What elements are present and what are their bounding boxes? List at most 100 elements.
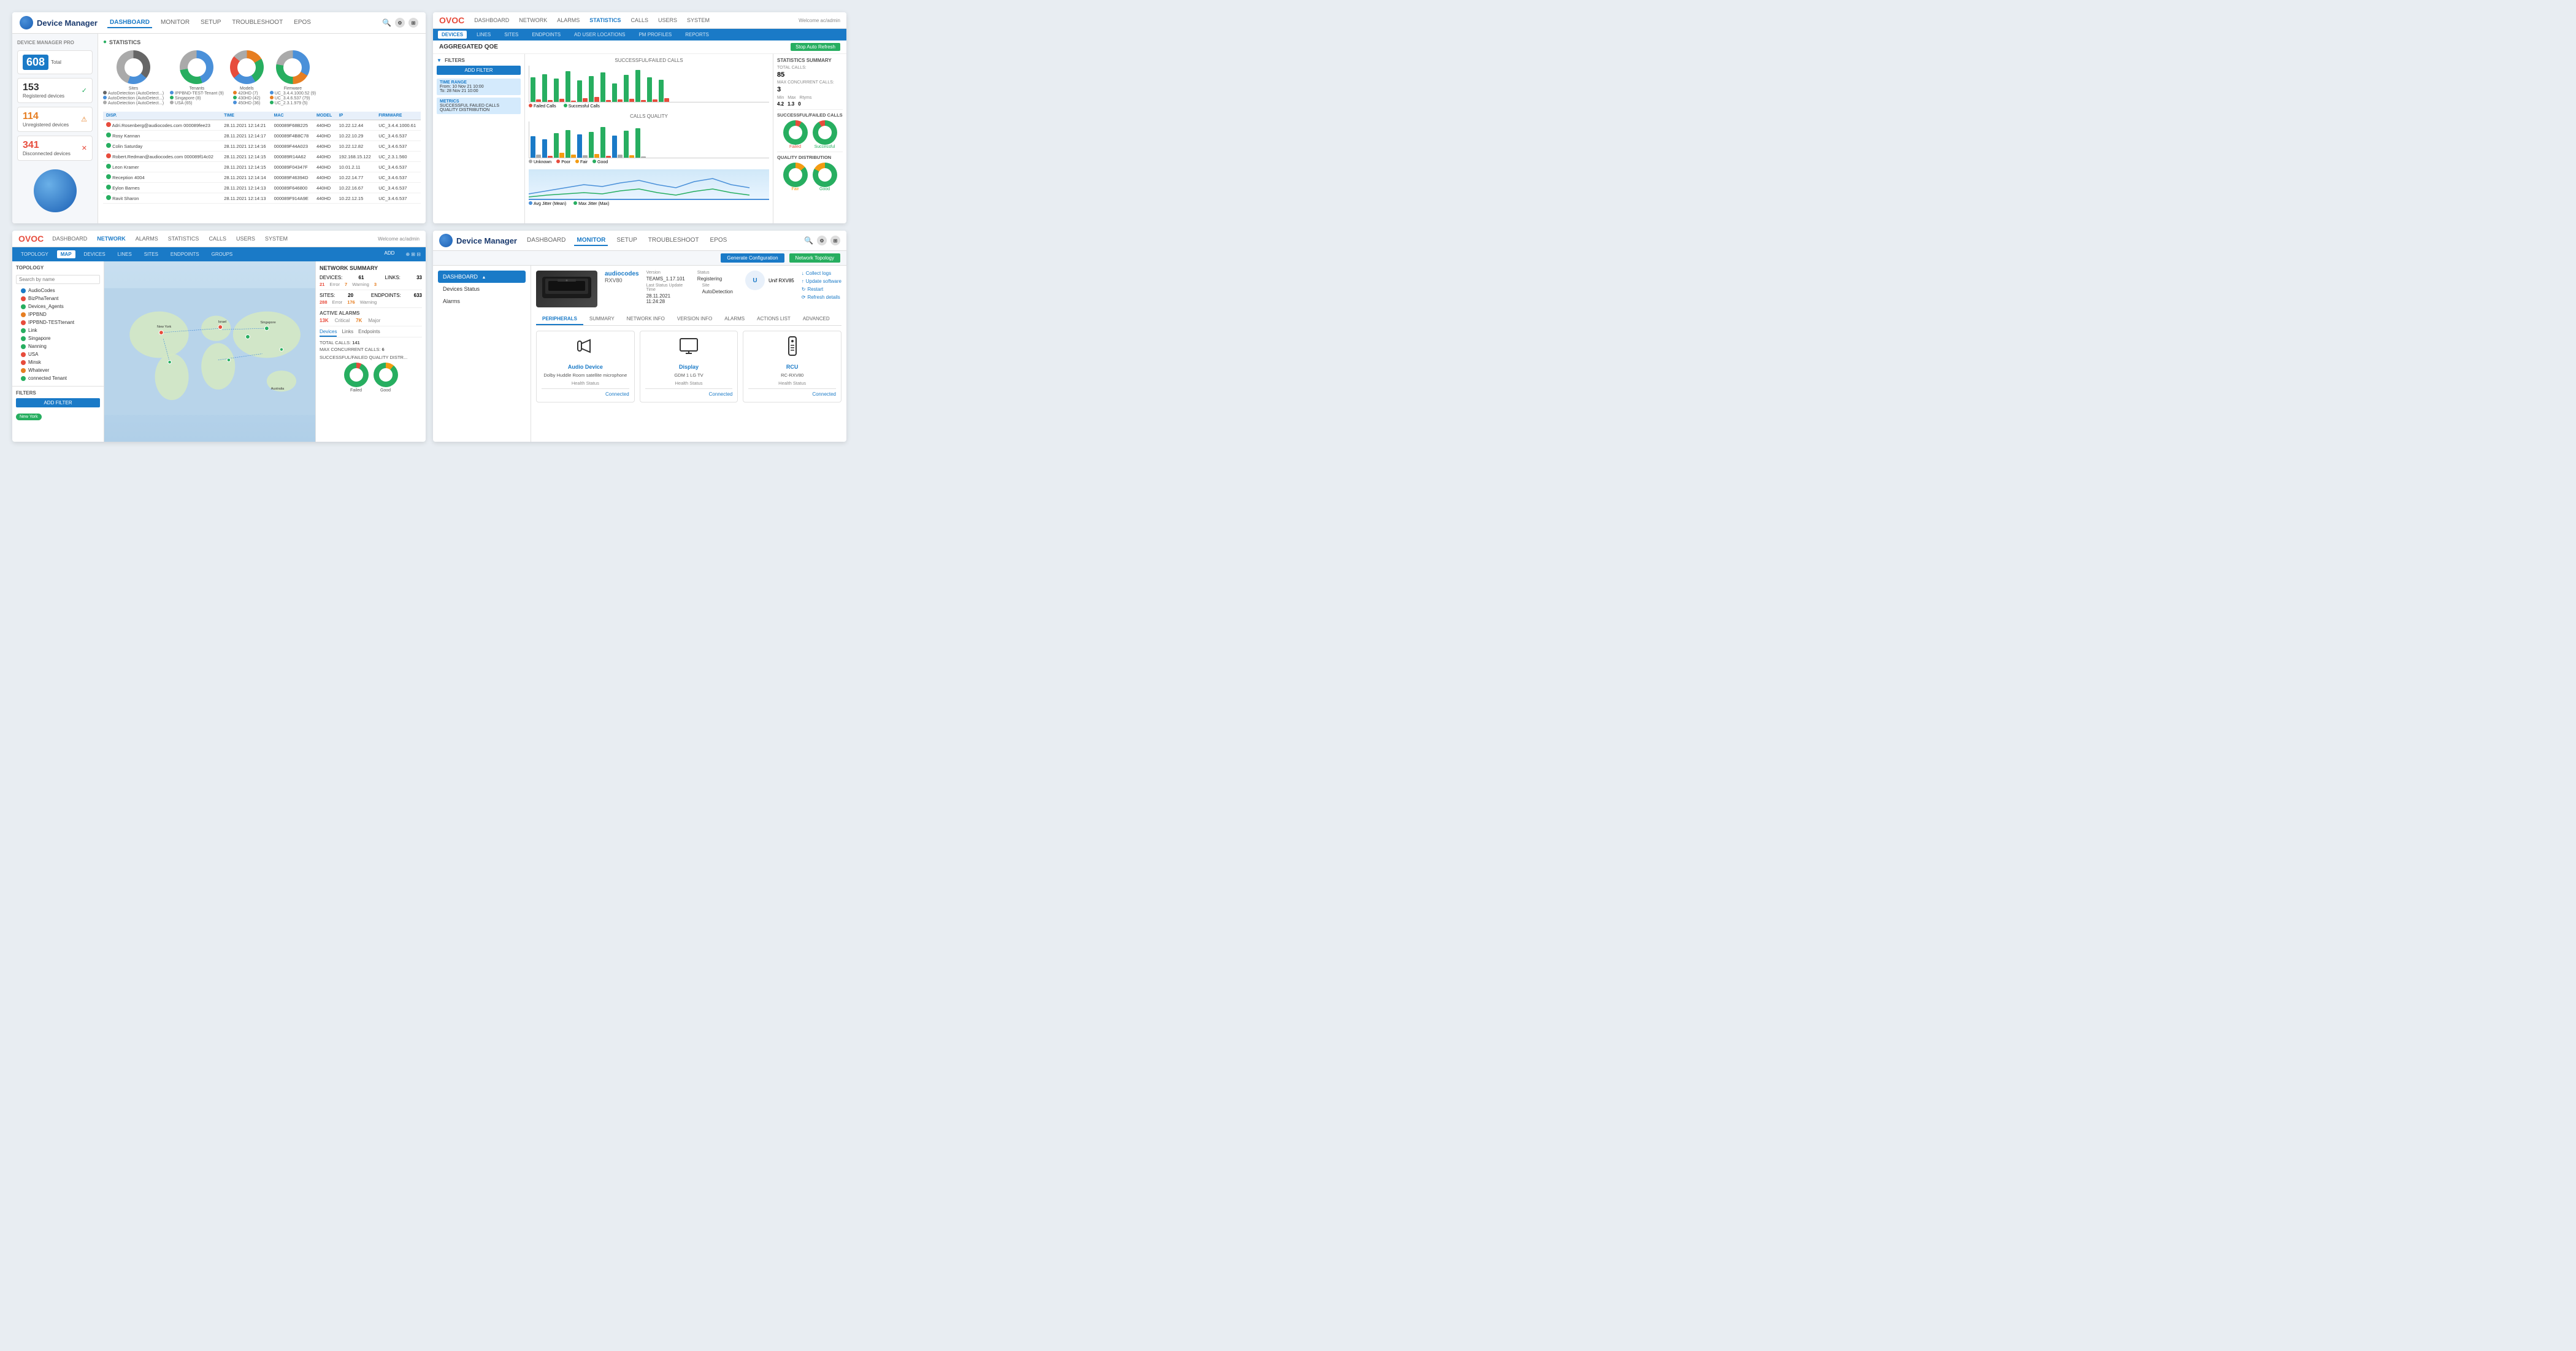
nav-troubleshoot[interactable]: TROUBLESHOOT bbox=[229, 18, 285, 28]
nav2-network[interactable]: NETWORK bbox=[516, 16, 550, 25]
chart1-legend: Failed Calls Successful Calls bbox=[529, 104, 769, 109]
nav3-calls[interactable]: CALLS bbox=[206, 234, 229, 243]
cell-time: 28.11.2021 12:14:13 bbox=[221, 183, 270, 193]
tab2-sites[interactable]: SITES bbox=[500, 31, 522, 39]
nav-epos[interactable]: EPOS bbox=[291, 18, 313, 28]
tab3-groups[interactable]: GROUPS bbox=[208, 250, 237, 258]
refresh-details-link[interactable]: ⟳ Refresh details bbox=[802, 294, 841, 300]
search-icon-p4[interactable]: 🔍 bbox=[804, 236, 813, 245]
update-software-link[interactable]: ↑ Update software bbox=[802, 279, 841, 284]
nav3-network[interactable]: NETWORK bbox=[94, 234, 128, 243]
bar-group-6 bbox=[589, 76, 599, 102]
tab2-ad-user[interactable]: AD USER LOCATIONS bbox=[570, 31, 629, 39]
calls-tab-links[interactable]: Links bbox=[342, 329, 353, 337]
panel4-nav: DASHBOARD MONITOR SETUP TROUBLESHOOT EPO… bbox=[524, 236, 797, 246]
panel-ovoc-map: OVOC DASHBOARD NETWORK ALARMS STATISTICS… bbox=[12, 231, 426, 442]
add-filter-button-p3[interactable]: ADD FILTER bbox=[16, 398, 100, 407]
nav2-alarms[interactable]: ALARMS bbox=[554, 16, 582, 25]
nav4-monitor[interactable]: MONITOR bbox=[574, 236, 608, 246]
tab3-sites[interactable]: SITES bbox=[140, 250, 162, 258]
nav3-statistics[interactable]: STATISTICS bbox=[166, 234, 202, 243]
sidebar-item-dashboard[interactable]: DASHBOARD ▲ bbox=[438, 271, 526, 283]
charts-row: Sites AutoDetection (AutoDetect...) Auto… bbox=[103, 50, 421, 106]
tab3-topology[interactable]: TOPOLOGY bbox=[17, 250, 52, 258]
device-brand: audiocodes bbox=[605, 271, 639, 277]
peripheral-name-1: Display bbox=[679, 364, 699, 370]
nav2-users[interactable]: USERS bbox=[656, 16, 680, 25]
tab4-alarms[interactable]: ALARMS bbox=[718, 314, 751, 325]
nav3-system[interactable]: SYSTEM bbox=[263, 234, 290, 243]
generate-config-button[interactable]: Generate Configuration bbox=[721, 253, 784, 263]
nav2-calls[interactable]: CALLS bbox=[628, 16, 651, 25]
tab3-map[interactable]: MAP bbox=[57, 250, 75, 258]
links-val: 33 bbox=[416, 275, 422, 280]
tree-item[interactable]: BizPhaTenant bbox=[16, 294, 100, 302]
tab4-summary[interactable]: SUMMARY bbox=[583, 314, 621, 325]
nav2-statistics[interactable]: STATISTICS bbox=[587, 16, 623, 25]
tab4-version-info[interactable]: VERSION INFO bbox=[671, 314, 718, 325]
tab4-advanced[interactable]: ADVANCED bbox=[797, 314, 836, 325]
settings-icon-p4[interactable]: ⚙ bbox=[817, 236, 827, 245]
tab2-pm[interactable]: PM PROFILES bbox=[635, 31, 675, 39]
filter-icon: ▼ bbox=[437, 58, 442, 63]
tab4-actions-list[interactable]: ACTIONS LIST bbox=[751, 314, 797, 325]
add-button[interactable]: ADD bbox=[378, 249, 401, 257]
sidebar-item-devices-status[interactable]: Devices Status bbox=[438, 283, 526, 295]
nav2-system[interactable]: SYSTEM bbox=[684, 16, 712, 25]
calls-tab-endpoints[interactable]: Endpoints bbox=[358, 329, 380, 337]
nav-monitor[interactable]: MONITOR bbox=[158, 18, 192, 28]
tab3-endpoints[interactable]: ENDPOINTS bbox=[167, 250, 203, 258]
tree-item[interactable]: IPPBND-TESTtenant bbox=[16, 318, 100, 326]
nav3-users[interactable]: USERS bbox=[234, 234, 258, 243]
nav4-dashboard[interactable]: DASHBOARD bbox=[524, 236, 568, 246]
tree-item[interactable]: IPPBND bbox=[16, 310, 100, 318]
auto-refresh-button[interactable]: Stop Auto Refresh bbox=[791, 43, 840, 51]
nav4-epos[interactable]: EPOS bbox=[708, 236, 730, 246]
tree-item[interactable]: Devices_Agents bbox=[16, 302, 100, 310]
tree-item[interactable]: connected Tenant bbox=[16, 374, 100, 382]
tree-item[interactable]: Singapore bbox=[16, 334, 100, 342]
tree-item[interactable]: Nanning bbox=[16, 342, 100, 350]
tab2-lines[interactable]: LINES bbox=[473, 31, 494, 39]
cell-model: 440HD bbox=[313, 183, 336, 193]
tab4-network-info[interactable]: NETWORK INFO bbox=[621, 314, 671, 325]
tab4-peripherals[interactable]: PERIPHERALS bbox=[536, 314, 583, 325]
nav-dashboard[interactable]: DASHBOARD bbox=[107, 18, 152, 28]
topology-search[interactable] bbox=[16, 275, 100, 284]
qd-section-title: QUALITY DISTRIBUTION bbox=[777, 155, 843, 160]
tab2-endpoints[interactable]: ENDPOINTS bbox=[528, 31, 564, 39]
p3-good-label: Good bbox=[374, 388, 398, 393]
tab2-devices[interactable]: DEVICES bbox=[438, 31, 467, 39]
nav3-alarms[interactable]: ALARMS bbox=[133, 234, 161, 243]
tree-item[interactable]: Link bbox=[16, 326, 100, 334]
tree-item[interactable]: Minsk bbox=[16, 358, 100, 366]
nav-setup[interactable]: SETUP bbox=[198, 18, 223, 28]
nav4-troubleshoot[interactable]: TROUBLESHOOT bbox=[646, 236, 702, 246]
tab2-reports[interactable]: REPORTS bbox=[681, 31, 713, 39]
add-filter-button[interactable]: ADD FILTER bbox=[437, 66, 521, 75]
fair-donut bbox=[783, 163, 808, 187]
tree-item[interactable]: Whatever bbox=[16, 366, 100, 374]
qbar-4 bbox=[565, 130, 576, 158]
apps-icon[interactable]: ⊞ bbox=[408, 18, 418, 28]
peripheral-model-1: GDM 1 LG TV bbox=[674, 372, 703, 378]
nav2-dashboard[interactable]: DASHBOARD bbox=[472, 16, 512, 25]
apps-icon-p4[interactable]: ⊞ bbox=[830, 236, 840, 245]
tab3-devices[interactable]: DEVICES bbox=[80, 250, 109, 258]
search-icon[interactable]: 🔍 bbox=[382, 18, 391, 27]
user-name: Unif RXV85 bbox=[769, 278, 794, 283]
sidebar-item-alarms[interactable]: Alarms bbox=[438, 295, 526, 307]
active-filter-chip[interactable]: New York bbox=[16, 414, 42, 420]
nav3-dashboard[interactable]: DASHBOARD bbox=[50, 234, 90, 243]
collect-logs-link[interactable]: ↓ Collect logs bbox=[802, 271, 841, 276]
nav4-setup[interactable]: SETUP bbox=[614, 236, 639, 246]
network-topology-button[interactable]: Network Topology bbox=[789, 253, 840, 263]
cell-display: Eylon Barnes bbox=[103, 183, 221, 193]
cell-time: 28.11.2021 12:14:13 bbox=[221, 193, 270, 204]
tree-item[interactable]: AudioCodes bbox=[16, 287, 100, 294]
tab3-lines[interactable]: LINES bbox=[114, 250, 136, 258]
tree-item[interactable]: USA bbox=[16, 350, 100, 358]
calls-tab-devices[interactable]: Devices bbox=[320, 329, 337, 337]
restart-link[interactable]: ↻ Restart bbox=[802, 287, 841, 292]
settings-icon[interactable]: ⚙ bbox=[395, 18, 405, 28]
